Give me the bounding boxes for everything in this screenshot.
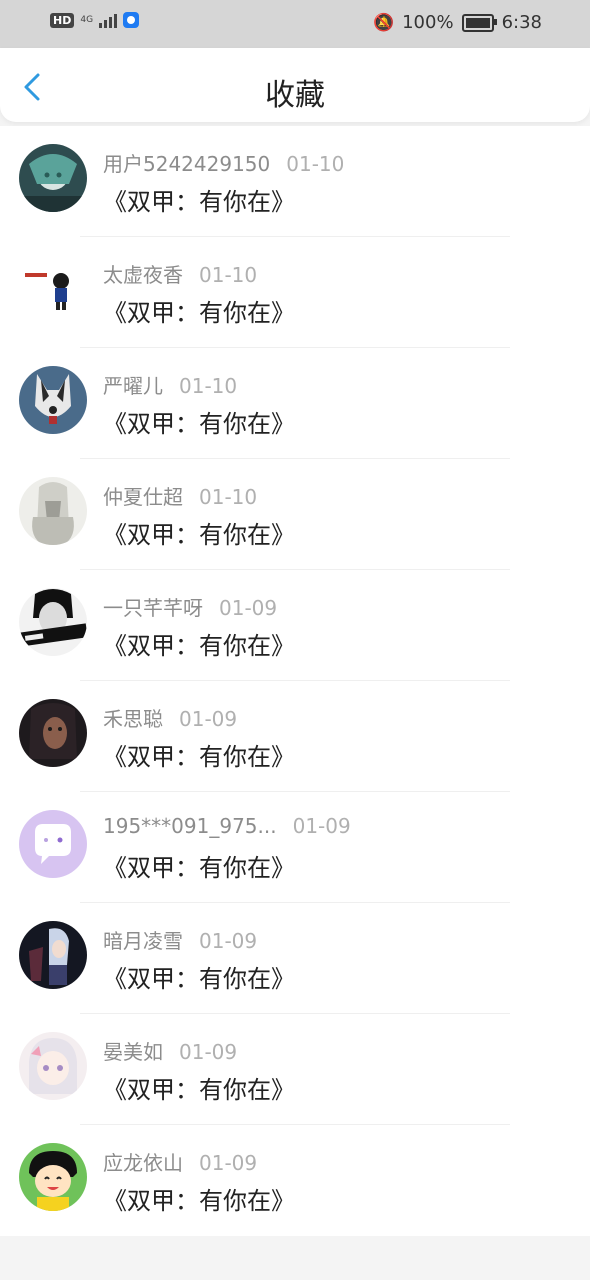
date-label: 01-09	[219, 596, 278, 620]
mute-bell-icon: 🔕	[372, 12, 395, 33]
user-name: 暗月凌雪	[103, 929, 183, 953]
signal-icon	[99, 12, 118, 28]
favorite-title: 《双甲：有你在》	[103, 188, 295, 216]
avatar[interactable]	[19, 144, 87, 212]
date-label: 01-10	[199, 485, 258, 509]
list-item[interactable]: 195***091_975... 01-09 《双甲：有你在》	[0, 792, 590, 903]
list-item[interactable]: 暗月凌雪 01-09 《双甲：有你在》	[0, 903, 590, 1014]
page-title: 收藏	[265, 78, 325, 113]
top-nav-bar: 收藏	[0, 48, 590, 122]
favorite-title: 《双甲：有你在》	[103, 410, 295, 438]
user-name: 晏美如	[103, 1040, 163, 1064]
date-label: 01-09	[179, 1040, 238, 1064]
favorite-title: 《双甲：有你在》	[103, 965, 295, 993]
avatar[interactable]	[19, 921, 87, 989]
clock: 6:38	[501, 12, 542, 33]
date-label: 01-10	[179, 374, 238, 398]
favorites-list: 用户5242429150 01-10 《双甲：有你在》 太虚夜香 01-10 《双甲…	[0, 126, 590, 1236]
favorite-title: 《双甲：有你在》	[103, 743, 295, 771]
user-name: 太虚夜香	[103, 263, 183, 287]
list-item[interactable]: 应龙依山 01-09 《双甲：有你在》	[0, 1125, 590, 1236]
avatar[interactable]	[19, 810, 87, 878]
avatar[interactable]	[19, 1032, 87, 1100]
favorite-title: 《双甲：有你在》	[103, 1187, 295, 1215]
list-item[interactable]: 一只芊芊呀 01-09 《双甲：有你在》	[0, 570, 590, 681]
battery-icon	[461, 13, 497, 32]
list-item[interactable]: 禾思聪 01-09 《双甲：有你在》	[0, 681, 590, 792]
avatar[interactable]	[19, 1143, 87, 1211]
list-item[interactable]: 晏美如 01-09 《双甲：有你在》	[0, 1014, 590, 1125]
date-label: 01-09	[199, 929, 258, 953]
network-label: 4G	[80, 14, 94, 25]
avatar[interactable]	[19, 255, 87, 323]
date-label: 01-09	[199, 1151, 258, 1175]
user-name: 一只芊芊呀	[103, 596, 203, 620]
avatar[interactable]	[19, 588, 87, 656]
hd-badge: HD	[50, 12, 75, 28]
user-name: 195***091_975...	[103, 814, 277, 838]
battery-percent: 100%	[402, 12, 454, 33]
date-label: 01-10	[199, 263, 258, 287]
user-name: 仲夏仕超	[103, 485, 183, 509]
date-label: 01-09	[179, 707, 238, 731]
favorite-title: 《双甲：有你在》	[103, 1076, 295, 1104]
date-label: 01-10	[286, 152, 345, 176]
list-item[interactable]: 仲夏仕超 01-10 《双甲：有你在》	[0, 459, 590, 570]
favorite-title: 《双甲：有你在》	[103, 854, 295, 882]
user-name: 严曜儿	[103, 374, 163, 398]
user-name: 用户5242429150	[103, 152, 271, 176]
user-name: 禾思聪	[103, 707, 163, 731]
list-item[interactable]: 用户5242429150 01-10 《双甲：有你在》	[0, 126, 590, 237]
avatar[interactable]	[19, 477, 87, 545]
app-notification-icon	[123, 12, 140, 28]
favorite-title: 《双甲：有你在》	[103, 299, 295, 327]
list-item[interactable]: 太虚夜香 01-10 《双甲：有你在》	[0, 237, 590, 348]
avatar[interactable]	[19, 366, 87, 434]
favorite-title: 《双甲：有你在》	[103, 521, 295, 549]
date-label: 01-09	[292, 814, 351, 838]
list-item[interactable]: 严曜儿 01-10 《双甲：有你在》	[0, 348, 590, 459]
avatar[interactable]	[19, 699, 87, 767]
status-bar: HD 4G 🔕 100% 6:38	[0, 0, 590, 48]
network-indicator: 4G	[80, 14, 94, 25]
user-name: 应龙依山	[103, 1151, 183, 1175]
favorite-title: 《双甲：有你在》	[103, 632, 295, 660]
